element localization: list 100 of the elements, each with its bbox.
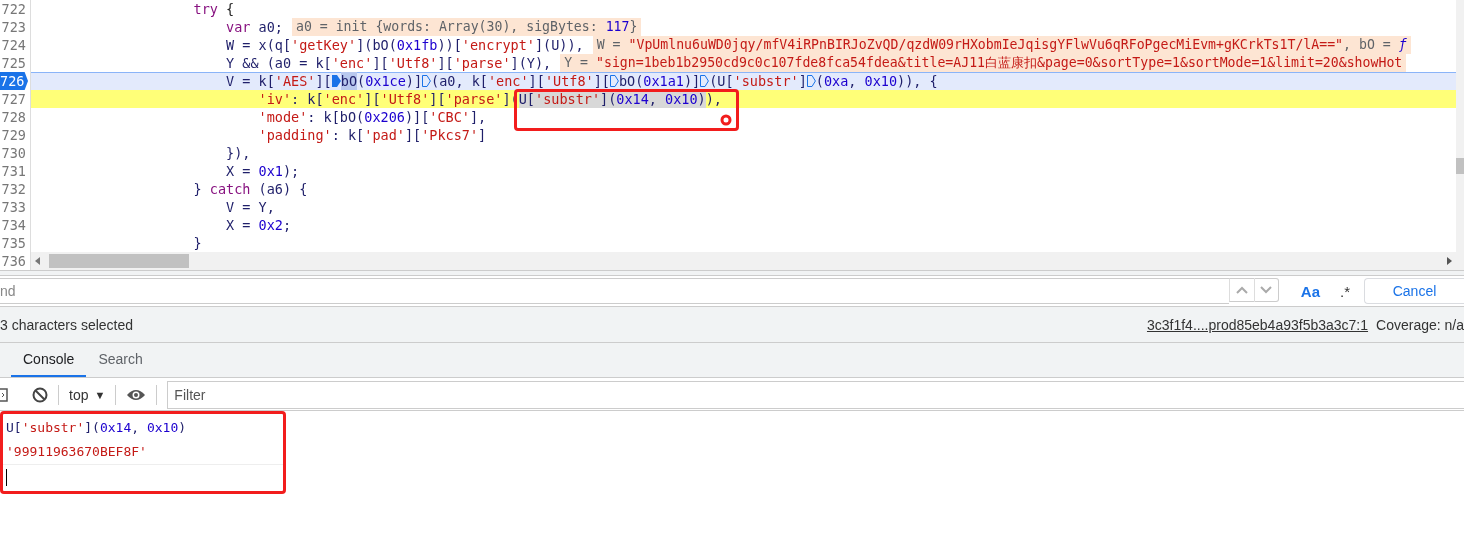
code-token: ](bO( [356,36,397,54]
code-token: )] [405,72,423,90]
code-token: ][ [429,90,446,108]
code-token: 'substr' [733,72,799,90]
source-link[interactable]: 3c3f1f4....prod85eb4a93f5b3a3c7:1 [1146,316,1369,333]
console-token: , [131,419,141,437]
code-token: ; [282,216,292,234]
line-number: 732 [0,180,27,198]
find-field[interactable]: nd [0,278,1229,304]
sidebar-icon[interactable] [0,388,8,402]
line-number: 722 [0,0,27,18]
code-token: )][ [404,108,430,126]
code-token: 'mode' [257,108,308,126]
code-token: X = [225,216,252,234]
code-token: { [225,0,235,18]
code-token: ( [815,72,824,90]
selection-status: 3 characters selected [0,316,134,333]
code-token: 'parse' [453,54,511,72]
next-match-button[interactable] [1253,278,1279,302]
code-token: 0x1ce [365,72,406,90]
inline-value-text: Y = [564,54,590,72]
code-token: } [192,180,203,198]
line-number: 727 [0,90,27,108]
breakpoint-marker-icon[interactable] [700,75,710,87]
code-token: 'Utf8' [544,72,594,90]
console-token: 'substr' [21,419,85,437]
code-token: )), { [897,72,938,90]
console-token: U[ [6,419,22,437]
code-token: 'pad' [364,126,405,144]
code-token: ] [478,126,487,144]
drawer-tab[interactable]: Console [11,343,87,377]
code-token: X = [225,162,252,180]
code-token: ][ [404,126,422,144]
code-token: ][ [372,54,389,72]
code-token: W = x(q[ [225,36,292,54]
inline-value-text: {words: Array(30), sigBytes: [375,18,599,36]
chevron-up-icon [1235,286,1248,294]
scrollbar-thumb[interactable] [49,254,189,268]
line-number: 730 [0,144,27,162]
code-token: ][ [437,54,454,72]
clear-console-icon[interactable] [32,387,48,403]
code-token: V = k[ [225,72,275,90]
breakpoint-marker-icon[interactable] [609,75,619,87]
cancel-button[interactable]: Cancel [1364,278,1464,304]
code-token: var [225,18,251,36]
code-token: ) [697,90,706,108]
line-number: 731 [0,162,27,180]
context-dropdown[interactable]: top ▼ [69,387,106,403]
code-token: 0x1a1 [643,72,684,90]
breakpoint-line-number[interactable]: 726 [0,72,28,90]
line-number: 724 [0,36,27,54]
code-token: 'CBC' [429,108,470,126]
text-cursor [6,468,7,486]
code-token: 0x206 [364,108,405,126]
code-token: bO [340,72,357,90]
match-case-button[interactable]: Aa [1296,282,1324,300]
code-token: 'enc' [487,72,529,90]
horizontal-scrollbar[interactable] [31,252,1456,270]
code-token: try [192,0,218,18]
code-token: ][ [528,72,545,90]
console-token: 0x14 [99,419,132,437]
scrollbar-thumb[interactable] [1456,158,1464,174]
code-token: catch [209,180,251,198]
code-token: 'Utf8' [388,54,438,72]
inline-value-text: } [629,18,638,36]
line-number: 736 [0,252,27,270]
code-token: } [192,234,202,252]
inline-value-text: 117 [605,18,630,36]
code-token: 0x1 [258,162,283,180]
vertical-scrollbar[interactable] [1456,0,1464,270]
code-token: a0; [257,18,283,36]
code-token: : k[ [291,90,324,108]
code-token: 'encrypt' [461,36,535,54]
code-token: 0x10 [864,72,898,90]
code-token: bO( [618,72,644,90]
filter-field[interactable]: Filter [167,381,1464,409]
regex-button[interactable]: .* [1336,282,1354,300]
code-token: 0x1fb [396,36,438,54]
code-token: 'parse' [445,90,503,108]
breakpoint-marker-icon[interactable] [806,75,816,87]
previous-match-button[interactable] [1228,278,1254,302]
code-token: : k[bO( [307,108,365,126]
breakpoint-marker-icon[interactable] [422,75,432,87]
code-token: (U[ [709,72,734,90]
code-token: , [848,72,858,90]
code-token: 0xa [823,72,849,90]
code-token: )] [683,72,701,90]
code-token: ))[ [437,36,462,54]
code-token: 'enc' [323,90,365,108]
code-token: ); [282,162,300,180]
eye-icon[interactable] [126,388,147,402]
drawer-tab[interactable]: Search [86,343,155,377]
code-token: V = Y, [225,198,275,216]
handle-icon [720,114,732,126]
inline-value-text: , bO = [1343,36,1392,54]
inline-value-text: "sign=1beb1b2950cd9c0c107fde8fca54fdea&title=AJ11白蓝康扣&page=0&sortType=1&sortMode=1&limit=20&showHot [596,54,1403,72]
code-token: Y && (a0 = k[ [225,54,332,72]
line-number: 723 [0,18,27,36]
code-token: (a0, k[ [431,72,488,90]
code-token: 'iv' [257,90,292,108]
